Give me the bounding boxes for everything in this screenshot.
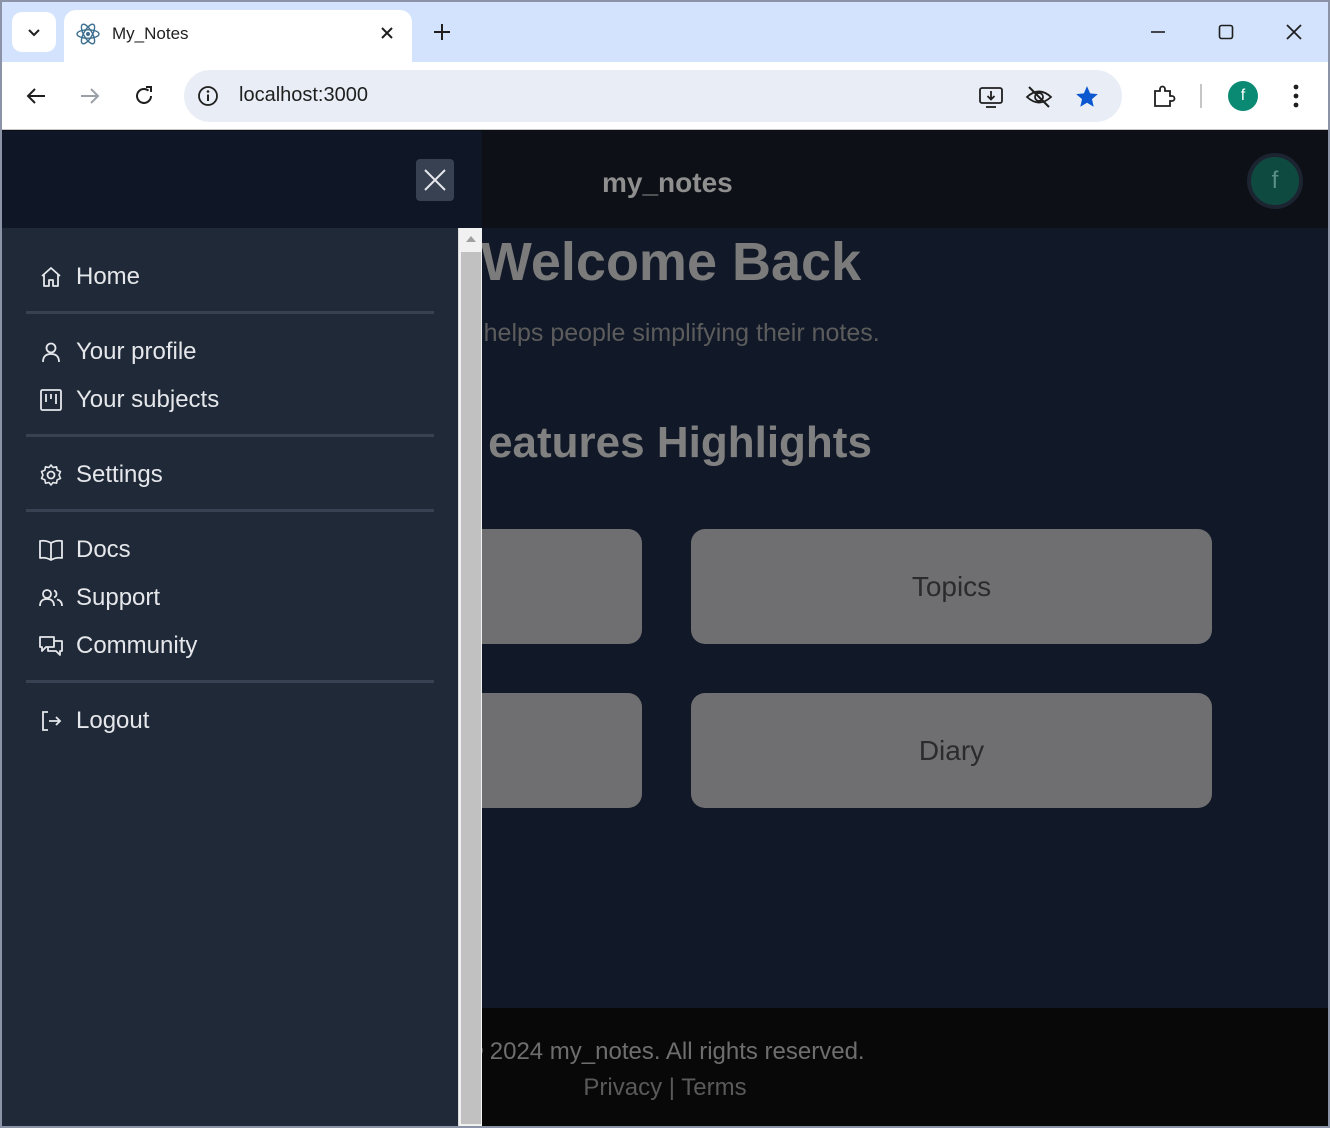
maximize-icon — [1218, 24, 1234, 40]
url-text[interactable]: localhost:3000 — [239, 84, 368, 107]
minimize-button[interactable] — [1138, 16, 1178, 48]
privacy-link[interactable]: Privacy — [583, 1074, 662, 1101]
drawer-header — [2, 131, 482, 228]
drawer-scrollbar[interactable] — [458, 228, 483, 1126]
menu-divider — [26, 434, 434, 437]
menu-item-label: Your subjects — [76, 386, 220, 413]
menu-item-label: Support — [76, 584, 161, 611]
menu-divider — [26, 509, 434, 512]
close-tab-button[interactable] — [374, 20, 400, 46]
active-tab[interactable]: My_Notes — [64, 10, 412, 62]
toolbar-divider — [1200, 84, 1202, 108]
book-icon — [38, 537, 64, 563]
terms-link[interactable]: Terms — [681, 1074, 746, 1101]
home-icon — [38, 264, 64, 290]
menu-divider — [26, 311, 434, 314]
menu-item-label: Docs — [76, 536, 131, 563]
chevron-down-icon — [28, 29, 40, 37]
maximize-button[interactable] — [1206, 16, 1246, 48]
new-tab-button[interactable] — [426, 16, 458, 48]
tracking-protection-button[interactable] — [1024, 82, 1054, 112]
menu-divider — [26, 680, 434, 683]
browser-menu-button[interactable] — [1278, 78, 1314, 114]
feature-card-diary[interactable]: Diary — [691, 693, 1212, 808]
side-drawer: Home Your profile Your subjects Settings — [2, 131, 483, 1126]
menu-item-home[interactable]: Home — [38, 259, 140, 295]
bookmark-star-button[interactable] — [1072, 82, 1102, 112]
close-icon — [424, 169, 446, 191]
plus-icon — [434, 24, 450, 40]
menu-item-label: Logout — [76, 707, 150, 734]
menu-item-logout[interactable]: Logout — [38, 703, 149, 739]
chat-icon — [38, 633, 64, 659]
tab-strip: My_Notes — [2, 2, 1328, 62]
arrow-left-icon — [26, 88, 45, 104]
install-icon — [979, 87, 1003, 108]
user-icon — [38, 339, 64, 365]
forward-button[interactable] — [72, 78, 108, 114]
close-icon — [381, 27, 393, 39]
close-window-button[interactable] — [1274, 16, 1314, 48]
menu-item-label: Home — [76, 263, 141, 290]
close-icon — [1286, 24, 1302, 40]
gear-icon — [38, 462, 64, 488]
eye-off-icon — [1025, 86, 1053, 108]
browser-profile-avatar[interactable]: f — [1228, 81, 1258, 111]
react-icon — [76, 23, 100, 45]
arrow-right-icon — [81, 88, 100, 104]
browser-toolbar: localhost:3000 f — [2, 62, 1328, 130]
menu-item-community[interactable]: Community — [38, 628, 197, 664]
back-button[interactable] — [18, 78, 54, 114]
users-icon — [38, 585, 64, 611]
tab-title: My_Notes — [112, 24, 189, 43]
drawer-close-button[interactable] — [416, 159, 454, 201]
menu-item-label: Settings — [76, 461, 163, 488]
menu-item-docs[interactable]: Docs — [38, 532, 131, 568]
feature-card-topics[interactable]: Topics — [691, 529, 1212, 644]
menu-item-label: Community — [76, 632, 198, 659]
menu-item-your-profile[interactable]: Your profile — [38, 334, 197, 370]
kanban-icon — [38, 387, 64, 413]
footer-link-separator: | — [668, 1074, 675, 1101]
scroll-up-arrow[interactable] — [459, 228, 483, 250]
address-bar[interactable]: localhost:3000 — [184, 70, 1122, 122]
tab-search-button[interactable] — [12, 12, 56, 52]
menu-item-label: Your profile — [76, 338, 197, 365]
install-app-button[interactable] — [976, 82, 1006, 112]
app-title[interactable]: my_notes — [602, 167, 733, 199]
triangle-up-icon — [466, 236, 476, 242]
minimize-icon — [1151, 31, 1165, 33]
scrollbar-thumb[interactable] — [461, 252, 481, 1124]
drawer-menu: Home Your profile Your subjects Settings — [2, 228, 458, 1126]
extensions-button[interactable] — [1146, 78, 1182, 114]
browser-window: My_Notes localhost:3000 f my_notes f Wel… — [0, 0, 1330, 1128]
puzzle-icon — [1154, 85, 1176, 107]
menu-item-your-subjects[interactable]: Your subjects — [38, 382, 219, 418]
logout-icon — [38, 708, 64, 734]
reload-icon — [136, 86, 152, 104]
menu-item-settings[interactable]: Settings — [38, 457, 163, 493]
kebab-menu-icon — [1293, 84, 1299, 108]
menu-item-support[interactable]: Support — [38, 580, 160, 616]
site-info-icon[interactable] — [196, 84, 220, 108]
page-viewport: my_notes f Welcome Back es helps people … — [2, 131, 1328, 1126]
star-icon — [1076, 86, 1098, 107]
user-avatar[interactable]: f — [1247, 153, 1303, 209]
reload-button[interactable] — [126, 78, 162, 114]
